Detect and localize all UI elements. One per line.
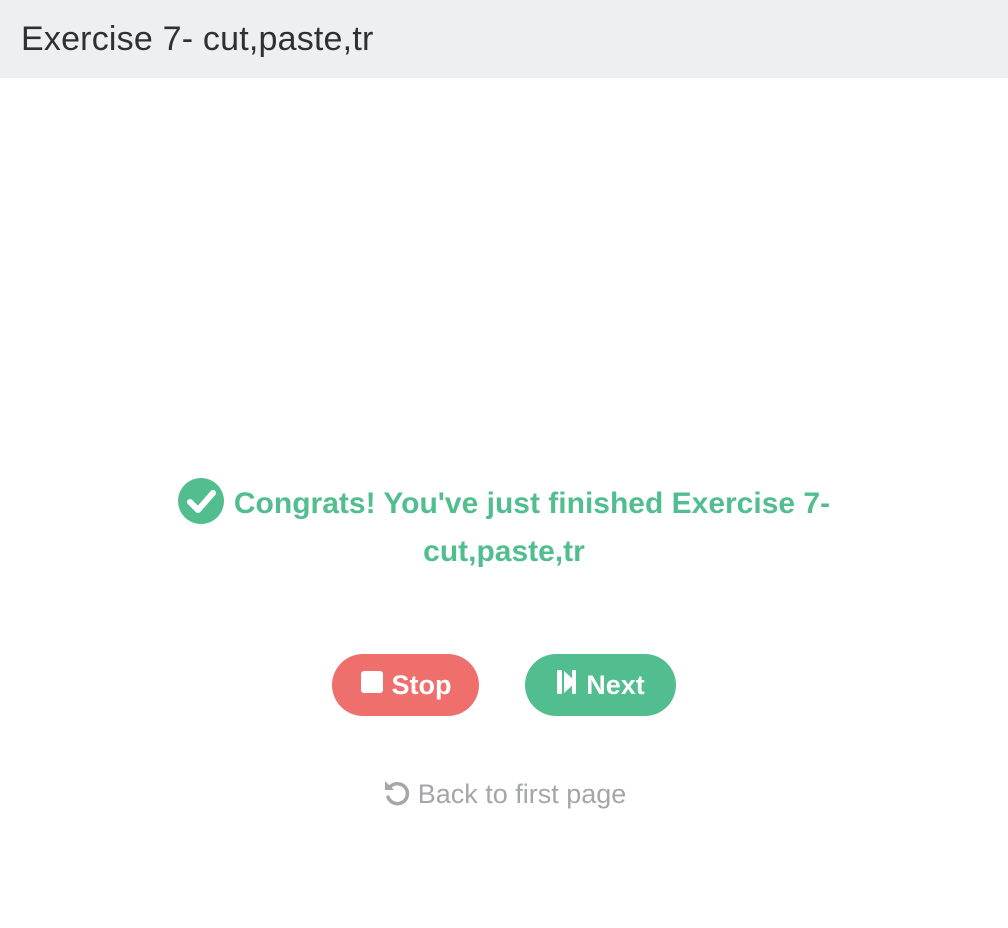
next-button-label: Next	[586, 669, 645, 700]
stop-icon	[360, 670, 384, 701]
back-link-label: Back to first page	[417, 779, 627, 809]
congrats-message: Congrats! You've just finished Exercise …	[0, 478, 1008, 576]
stop-button-label: Stop	[391, 669, 452, 700]
page-header: Exercise 7- cut,paste,tr	[0, 0, 1008, 78]
back-to-first-page-link[interactable]: Back to first page	[0, 778, 1008, 810]
next-button[interactable]: Next	[525, 654, 676, 716]
congrats-text-line1: Congrats! You've just finished Exercise …	[233, 487, 831, 520]
congrats-text-line2: cut,paste,tr	[423, 535, 585, 568]
undo-icon	[382, 778, 412, 808]
page-title: Exercise 7- cut,paste,tr	[21, 19, 374, 58]
check-circle-icon	[177, 478, 224, 524]
stop-button[interactable]: Stop	[332, 654, 479, 716]
step-forward-icon	[556, 669, 578, 702]
